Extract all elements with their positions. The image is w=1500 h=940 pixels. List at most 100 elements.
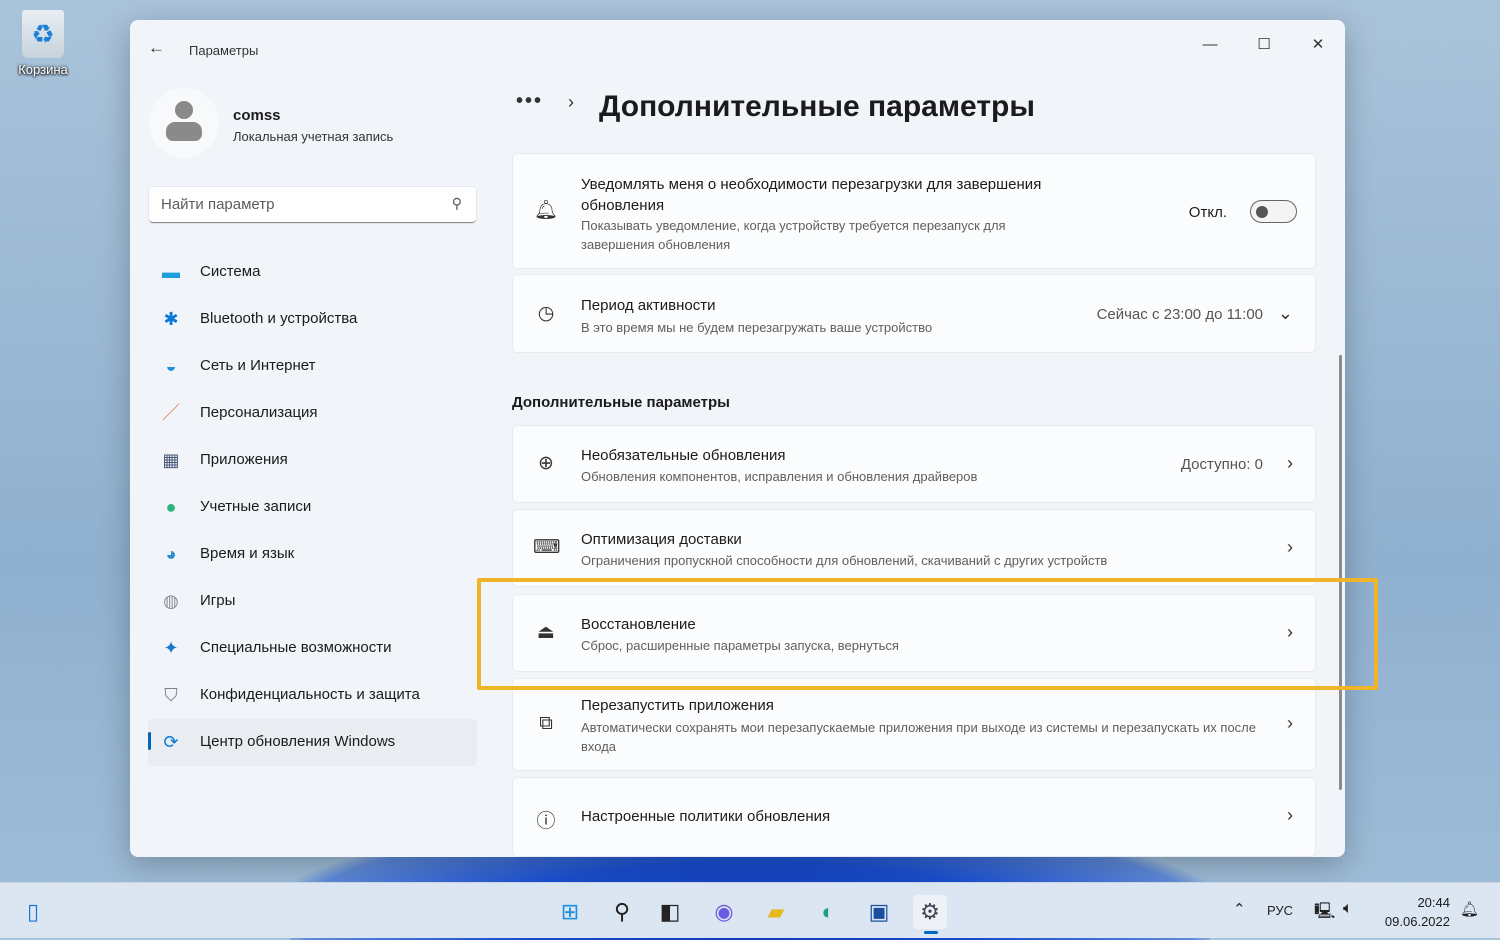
time: 20:44: [1417, 895, 1450, 910]
optional-updates-count: Доступно: 0: [1180, 456, 1263, 473]
sidebar-item[interactable]: ◕ Время и язык: [148, 531, 477, 578]
active-hours-card[interactable]: ◷ Период активности В это время мы не бу…: [512, 274, 1316, 353]
sidebar-item-label: Центр обновления Windows: [200, 733, 396, 750]
sidebar-item-label: Специальные возможности: [200, 639, 392, 656]
page-title: Дополнительные параметры: [599, 90, 1035, 123]
chevron-right-icon: ›: [568, 92, 574, 112]
apps-icon: ▦: [162, 450, 180, 470]
chevron-right-icon: ›: [1287, 805, 1293, 825]
restart-notify-toggle[interactable]: [1250, 200, 1297, 223]
sidebar-item-label: Персонализация: [200, 404, 318, 421]
restart-apps-title: Перезапустить приложения: [581, 697, 774, 714]
clock-gear-icon: ◷: [537, 303, 555, 324]
widgets-icon[interactable]: ▯: [16, 895, 50, 929]
volume-icon[interactable]: 🔈︎: [1343, 900, 1353, 918]
sidebar-item[interactable]: ◍ Игры: [148, 578, 477, 625]
recovery-title: Восстановление: [581, 616, 696, 633]
chevron-right-icon: ›: [1287, 537, 1293, 557]
file-explorer-icon[interactable]: ▰: [759, 895, 793, 929]
date: 09.06.2022: [1384, 914, 1450, 929]
settings-window: ← Параметры — ☐ ✕ comss Локальная учетна…: [130, 20, 1345, 857]
sidebar-item[interactable]: ◒ Сеть и Интернет: [148, 343, 477, 390]
sidebar-item[interactable]: ⟳ Центр обновления Windows: [148, 719, 477, 766]
person-icon: ●: [165, 497, 177, 517]
recovery-card[interactable]: ⏏ Восстановление Сброс, расширенные пара…: [512, 594, 1316, 672]
sidebar-item[interactable]: ⛉ Конфиденциальность и защита: [148, 672, 477, 719]
restart-apps-card[interactable]: ⧉ Перезапустить приложения Автоматически…: [512, 678, 1316, 771]
search-icon[interactable]: ⚲: [452, 195, 462, 212]
sidebar-item-label: Bluetooth и устройства: [200, 310, 358, 327]
sidebar-item-label: Система: [200, 263, 261, 280]
back-arrow-icon[interactable]: ←: [148, 38, 165, 58]
restart-notify-card: 🔔︎ Уведомлять меня о необходимости перез…: [512, 153, 1316, 269]
recovery-icon: ⏏: [537, 622, 555, 643]
update-policies-card[interactable]: ⓘ Настроенные политики обновления ›: [512, 777, 1316, 857]
delivery-optimization-card[interactable]: ⌨ Оптимизация доставки Ограничения пропу…: [512, 509, 1316, 587]
gamepad-icon: ◍: [163, 591, 179, 611]
delivery-desc: Ограничения пропускной способности для о…: [581, 553, 1108, 568]
notifications-icon[interactable]: 🔔︎: [1460, 900, 1479, 918]
search-icon[interactable]: ⚲: [605, 895, 639, 929]
chevron-right-icon: ›: [1287, 713, 1293, 733]
sidebar-item[interactable]: ✱ Bluetooth и устройства: [148, 296, 477, 343]
recycle-bin-label: Корзина: [18, 62, 68, 77]
active-hours-value: Сейчас с 23:00 до 11:00: [1096, 306, 1263, 323]
start-icon[interactable]: ⊞: [553, 895, 587, 929]
avatar[interactable]: [149, 88, 219, 158]
chevron-right-icon: ›: [1287, 453, 1293, 473]
chat-icon[interactable]: ◉: [707, 895, 741, 929]
delivery-title: Оптимизация доставки: [581, 531, 742, 548]
sidebar-item[interactable]: ▬ Система: [148, 249, 477, 296]
recycle-bin-desktop-icon[interactable]: ♻ Корзина: [10, 10, 76, 77]
account-type: Локальная учетная запись: [233, 129, 394, 144]
sidebar-item[interactable]: ● Учетные записи: [148, 484, 477, 531]
update-icon: ⟳: [163, 732, 179, 752]
search-input[interactable]: [161, 196, 431, 213]
restart-apps-icon: ⧉: [539, 713, 553, 734]
title-bar: ← Параметры — ☐ ✕: [130, 20, 1345, 72]
sidebar-item-label: Время и язык: [200, 545, 295, 562]
brush-icon: ／: [162, 403, 180, 423]
restart-notify-desc: Показывать уведомление, когда устройству…: [581, 218, 1006, 252]
sidebar-item[interactable]: ▦ Приложения: [148, 437, 477, 484]
section-heading: Дополнительные параметры: [512, 394, 730, 411]
language-indicator[interactable]: РУС: [1267, 903, 1293, 918]
shield-icon: ⛉: [164, 685, 178, 705]
restart-apps-desc: Автоматически сохранять мои перезапускае…: [581, 720, 1256, 754]
sidebar-item-label: Сеть и Интернет: [200, 357, 316, 374]
user-name: comss: [233, 107, 281, 124]
maximize-button[interactable]: ☐: [1237, 30, 1291, 60]
search-box[interactable]: ⚲: [149, 187, 476, 223]
settings-gear-icon[interactable]: ⚙: [913, 895, 947, 929]
breadcrumb: ••• ›: [516, 90, 574, 113]
close-button[interactable]: ✕: [1291, 30, 1345, 60]
plus-circle-icon: ⊕: [538, 453, 554, 474]
breadcrumb-more-button[interactable]: •••: [516, 90, 543, 112]
network-icon[interactable]: 🖳︎: [1314, 900, 1335, 927]
task-view-icon[interactable]: ◧: [653, 895, 687, 929]
active-app-indicator: [924, 931, 938, 934]
chevron-up-icon[interactable]: ⌃: [1233, 900, 1246, 918]
chevron-right-icon: ›: [1287, 622, 1293, 642]
optional-updates-card[interactable]: ⊕ Необязательные обновления Обновления к…: [512, 425, 1316, 503]
active-hours-title: Период активности: [581, 297, 716, 314]
sidebar-item[interactable]: ✦ Специальные возможности: [148, 625, 477, 672]
optional-updates-desc: Обновления компонентов, исправления и об…: [581, 469, 978, 484]
bluetooth-icon: ✱: [163, 309, 179, 329]
taskbar: ▯ ⊞ ⚲ ◧ ◉ ▰ ◐ ▣ ⚙ ⌃ РУС 🖳︎ 🔈︎ 20:44 09.0…: [0, 882, 1500, 938]
chevron-down-icon[interactable]: ⌄: [1278, 303, 1293, 324]
restart-notify-title: Уведомлять меня о необходимости перезагр…: [581, 176, 1042, 214]
optional-updates-title: Необязательные обновления: [581, 447, 786, 464]
wifi-icon: ◒: [165, 356, 177, 376]
edge-icon[interactable]: ◐: [811, 895, 845, 929]
minimize-button[interactable]: —: [1183, 30, 1237, 60]
clock[interactable]: 20:44 09.06.2022: [1380, 893, 1450, 931]
sidebar-item-label: Учетные записи: [200, 498, 312, 515]
globe-clock-icon: ◕: [165, 544, 177, 564]
sidebar-item[interactable]: ／ Персонализация: [148, 390, 477, 437]
app-title: Параметры: [189, 43, 259, 58]
store-icon[interactable]: ▣: [862, 895, 896, 929]
delivery-icon: ⌨: [533, 537, 561, 558]
scrollbar[interactable]: [1339, 355, 1342, 790]
active-hours-desc: В это время мы не будем перезагружать ва…: [581, 320, 933, 335]
